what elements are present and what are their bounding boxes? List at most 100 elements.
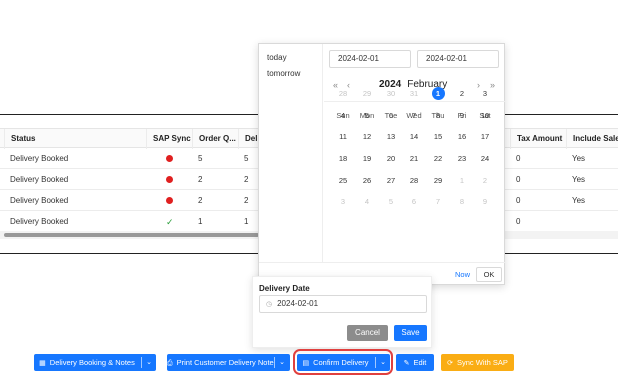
calendar-day[interactable]: 26 [355, 174, 379, 188]
preset-tomorrow[interactable]: tomorrow [267, 69, 300, 78]
header-status[interactable]: Status [4, 129, 146, 149]
calendar-day[interactable]: 18 [331, 152, 355, 166]
calendar-day[interactable]: 4 [331, 109, 355, 123]
calendar-day[interactable]: 6 [402, 195, 426, 209]
range-start-input[interactable]: 2024-02-01 [329, 50, 411, 68]
now-link[interactable]: Now [455, 270, 470, 279]
calendar-day[interactable]: 15 [426, 130, 450, 144]
cell-order-qty: 1 [198, 217, 203, 226]
sync-error-icon [160, 170, 173, 190]
clock-icon: ◷ [266, 301, 273, 308]
delivery-booking-button[interactable]: ▦ Delivery Booking & Notes ⌄ [34, 354, 156, 371]
calendar-day[interactable]: 8 [450, 195, 474, 209]
cell-delivered: 2 [244, 175, 249, 184]
cell-tax: 0 [516, 196, 521, 205]
preset-list: today tomorrow [259, 44, 323, 262]
cell-status: Delivery Booked [10, 175, 69, 184]
cell-order-qty: 2 [198, 175, 203, 184]
cancel-button[interactable]: Cancel [347, 325, 388, 341]
sync-icon: ⟳ [447, 360, 453, 367]
range-end-input[interactable]: 2024-02-01 [417, 50, 499, 68]
ok-button[interactable]: OK [476, 267, 502, 282]
calendar-day[interactable]: 14 [402, 130, 426, 144]
cell-include-sales: Yes [572, 154, 586, 163]
calendar-day[interactable]: 12 [355, 130, 379, 144]
header-tax-amount[interactable]: Tax Amount [510, 129, 566, 149]
cell-order-qty: 5 [198, 154, 203, 163]
calendar-day[interactable]: 17 [473, 130, 497, 144]
cell-status: Delivery Booked [10, 196, 69, 205]
calendar-day[interactable]: 3 [473, 87, 497, 101]
calendar-day[interactable]: 27 [379, 174, 403, 188]
header-include-sales[interactable]: Include Sales [566, 129, 618, 149]
delivery-date-value: 2024-02-01 [277, 299, 319, 308]
calendar-day[interactable]: 3 [331, 195, 355, 209]
calendar-day[interactable]: 21 [402, 152, 426, 166]
confirm-delivery-highlight [293, 349, 393, 375]
calendar-day[interactable]: 4 [355, 195, 379, 209]
cell-tax: 0 [516, 175, 521, 184]
calendar-day[interactable]: 7 [402, 109, 426, 123]
chevron-down-icon[interactable]: ⌄ [142, 354, 156, 371]
calendar-day[interactable]: 6 [379, 109, 403, 123]
calendar-day[interactable]: 11 [331, 130, 355, 144]
calendar-day[interactable]: 2 [450, 87, 474, 101]
calendar-day[interactable]: 5 [379, 195, 403, 209]
calendar-day[interactable]: 25 [331, 174, 355, 188]
calendar-day[interactable]: 19 [355, 152, 379, 166]
calendar-day[interactable]: 23 [450, 152, 474, 166]
header-delivered[interactable]: Deliv [238, 129, 260, 149]
chevron-down-icon[interactable]: ⌄ [275, 354, 289, 371]
edit-icon: ✎ [403, 360, 410, 367]
calendar-day[interactable]: 2 [473, 174, 497, 188]
calendar-day[interactable]: 5 [355, 109, 379, 123]
header-order-qty[interactable]: Order Q... [192, 129, 238, 149]
delivery-date-input[interactable]: ◷ 2024-02-01 [259, 295, 427, 313]
cell-include-sales [566, 212, 572, 232]
cell-delivered: 5 [244, 154, 249, 163]
table-scrollbar[interactable] [4, 233, 259, 237]
sync-error-icon [160, 191, 173, 211]
delivery-booking-label: Delivery Booking & Notes [49, 358, 135, 367]
sync-with-sap-button[interactable]: ⟳ Sync With SAP [441, 354, 514, 371]
calendar-day[interactable]: 13 [379, 130, 403, 144]
calendar-day[interactable]: 22 [426, 152, 450, 166]
sync-check-icon: ✓ [166, 217, 174, 227]
calendar-day[interactable]: 24 [473, 152, 497, 166]
selected-day-label: 1 [431, 87, 445, 100]
calendar-day[interactable]: 28 [331, 87, 355, 101]
cell-tax: 0 [516, 217, 521, 226]
date-picker-popup: today tomorrow 2024-02-01 2024-02-01 « ‹… [258, 43, 506, 285]
edit-label: Edit [413, 358, 427, 367]
save-button[interactable]: Save [394, 325, 427, 341]
calendar-day-selected[interactable]: 1 [426, 87, 450, 101]
calendar-day[interactable]: 8 [426, 109, 450, 123]
cell-delivered: 2 [244, 196, 249, 205]
calendar-day[interactable]: 28 [402, 174, 426, 188]
calendar-day[interactable]: 7 [426, 195, 450, 209]
delivery-date-label: Delivery Date [259, 284, 310, 293]
calendar-day[interactable]: 9 [473, 195, 497, 209]
calendar-day[interactable]: 29 [426, 174, 450, 188]
calendar-day[interactable]: 29 [355, 87, 379, 101]
calendar-icon: ▦ [39, 360, 46, 367]
print-delivery-note-button[interactable]: ⎙ Print Customer Delivery Note ⌄ [167, 354, 290, 371]
calendar-day[interactable]: 30 [379, 87, 403, 101]
print-delivery-note-label: Print Customer Delivery Note [176, 358, 274, 367]
calendar-day[interactable]: 9 [450, 109, 474, 123]
calendar-day[interactable]: 16 [450, 130, 474, 144]
calendar-day[interactable]: 31 [402, 87, 426, 101]
preset-today[interactable]: today [267, 53, 287, 62]
edit-button[interactable]: ✎ Edit [396, 354, 434, 371]
calendar-day[interactable]: 10 [473, 109, 497, 123]
calendar-day[interactable]: 1 [450, 174, 474, 188]
sync-error-icon [160, 149, 173, 169]
calendar-day[interactable]: 20 [379, 152, 403, 166]
delivery-date-panel: Delivery Date ◷ 2024-02-01 Cancel Save [252, 276, 432, 348]
header-sap-sync[interactable]: SAP Sync [146, 129, 192, 149]
cell-status: Delivery Booked [10, 217, 69, 226]
cell-delivered: 1 [244, 217, 249, 226]
cell-include-sales: Yes [572, 175, 586, 184]
cell-include-sales: Yes [572, 196, 586, 205]
cell-status: Delivery Booked [10, 154, 69, 163]
